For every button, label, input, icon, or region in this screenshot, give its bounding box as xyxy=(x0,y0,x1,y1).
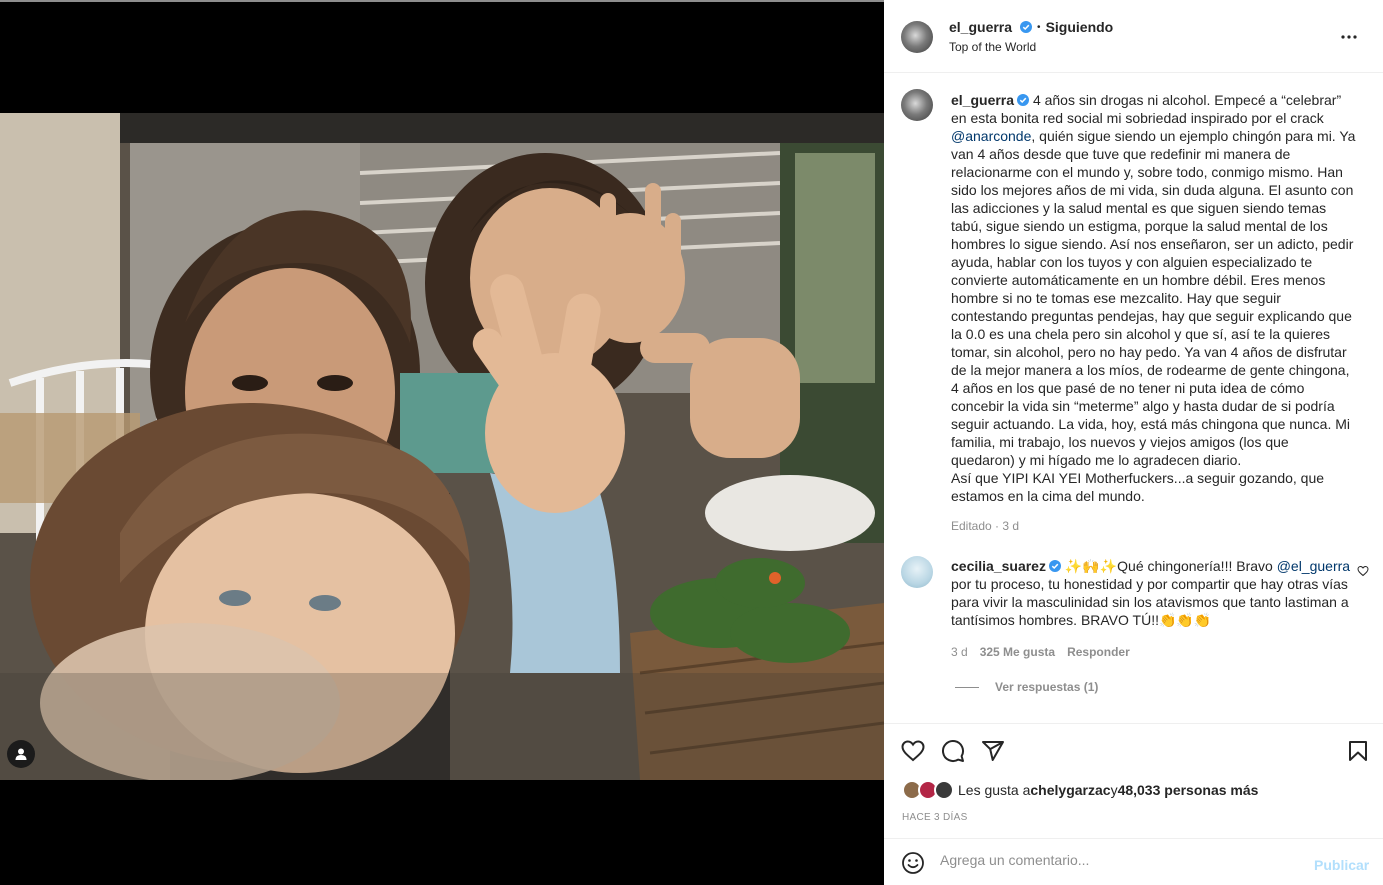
author-username[interactable]: el_guerra xyxy=(949,19,1012,35)
comment-input[interactable] xyxy=(940,852,1300,868)
share-icon[interactable] xyxy=(981,739,1005,763)
likes-summary: Les gusta a chelygarzac y 48,033 persona… xyxy=(902,780,1258,800)
caption-text-part2: , quién sigue siendo un ejemplo chingón … xyxy=(951,128,1356,468)
caption-username[interactable]: el_guerra xyxy=(951,92,1014,108)
commenter-username[interactable]: cecilia_suarez xyxy=(951,558,1046,574)
photo-illustration xyxy=(0,113,884,780)
comment-emojis: ✨🙌✨ xyxy=(1064,558,1118,574)
verified-icon xyxy=(1048,560,1061,572)
caption-mention-link[interactable]: @anarconde xyxy=(951,128,1031,144)
follow-status-button[interactable]: Siguiendo xyxy=(1046,19,1114,35)
liker-username[interactable]: chelygarzac xyxy=(1030,782,1110,798)
comment-mention-link[interactable]: @el_guerra xyxy=(1277,558,1350,574)
post-caption: el_guerra 4 años sin drogas ni alcohol. … xyxy=(951,91,1356,505)
comment-time[interactable]: 3 d xyxy=(951,645,968,659)
comment-text-part1: Qué chingonería!!! Bravo xyxy=(1117,558,1277,574)
comment-likes-count[interactable]: 325 Me gusta xyxy=(980,645,1055,659)
likes-middle: y xyxy=(1110,782,1118,798)
liker-avatar xyxy=(934,780,954,800)
caption-text-part3: Así que YIPI KAI YEI Motherfuckers...a s… xyxy=(951,470,1325,504)
post-header: el_guerra • Siguiendo Top of the World xyxy=(884,0,1383,73)
comment-item: cecilia_suarez ✨🙌✨Qué chingonería!!! Bra… xyxy=(951,557,1351,629)
view-replies-label: Ver respuestas (1) xyxy=(995,680,1099,694)
comment-claps: 👏👏👏 xyxy=(1159,612,1212,628)
author-avatar[interactable] xyxy=(901,21,933,53)
media-panel xyxy=(0,0,884,885)
user-tag-button[interactable] xyxy=(7,740,35,768)
view-replies-button[interactable]: Ver respuestas (1) xyxy=(955,680,1098,694)
commenter-avatar[interactable] xyxy=(901,556,933,588)
post-actions: Les gusta a chelygarzac y 48,033 persona… xyxy=(884,723,1383,838)
header-line: el_guerra • Siguiendo xyxy=(949,19,1113,35)
verified-icon xyxy=(1020,21,1033,33)
user-tag-icon xyxy=(15,748,27,760)
comment-meta: 3 d 325 Me gusta Responder xyxy=(951,645,1130,659)
heart-icon[interactable] xyxy=(901,739,925,763)
emoji-icon[interactable] xyxy=(901,851,925,875)
top-divider xyxy=(0,0,884,2)
likes-prefix: Les gusta a xyxy=(958,782,1031,798)
comment-like-icon[interactable] xyxy=(1357,565,1369,577)
comment-composer: Publicar xyxy=(884,838,1383,885)
comment-icon[interactable] xyxy=(941,739,965,763)
comment-text-part2: por tu proceso, tu honestidad y por comp… xyxy=(951,576,1349,628)
caption-author-avatar[interactable] xyxy=(901,89,933,121)
liker-avatars[interactable] xyxy=(902,780,958,800)
comment-reply-button[interactable]: Responder xyxy=(1067,645,1130,659)
likes-count[interactable]: 48,033 personas más xyxy=(1118,782,1259,798)
header-separator: • xyxy=(1037,21,1041,33)
verified-icon xyxy=(1017,94,1030,106)
comments-scroll-area[interactable]: el_guerra 4 años sin drogas ni alcohol. … xyxy=(884,73,1383,723)
post-timestamp[interactable]: HACE 3 DÍAS xyxy=(902,812,968,823)
publish-button[interactable]: Publicar xyxy=(1314,857,1369,873)
post-location[interactable]: Top of the World xyxy=(949,40,1036,54)
more-icon xyxy=(1341,35,1357,39)
post-photo[interactable] xyxy=(0,113,884,780)
post-details-panel: el_guerra • Siguiendo Top of the World e… xyxy=(884,0,1383,885)
save-icon[interactable] xyxy=(1346,739,1370,763)
more-options-button[interactable] xyxy=(1340,28,1358,51)
caption-edited-time: Editado · 3 d xyxy=(951,519,1020,533)
replies-divider xyxy=(955,686,979,688)
